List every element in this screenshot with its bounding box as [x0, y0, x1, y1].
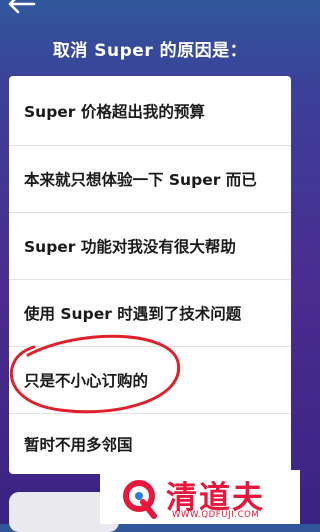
watermark: 清道夫 WWW.QDFUJI.COM: [100, 470, 300, 524]
reason-option-pause-duolingo[interactable]: 暂时不用多邻国: [9, 414, 291, 474]
back-arrow-icon: [8, 0, 36, 14]
watermark-logo: [123, 480, 157, 519]
reason-option-accidental-purchase[interactable]: 只是不小心订购的: [9, 347, 291, 414]
reason-option-not-helpful[interactable]: Super 功能对我没有很大帮助: [9, 213, 291, 280]
reason-list: Super 价格超出我的预算 本来就只想体验一下 Super 而已 Super …: [9, 76, 291, 474]
reason-option-technical-issue[interactable]: 使用 Super 时遇到了技术问题: [9, 280, 291, 347]
reason-option-trial[interactable]: 本来就只想体验一下 Super 而已: [9, 146, 291, 213]
page-title: 取消 Super 的原因是：: [52, 41, 248, 61]
back-button[interactable]: [4, 0, 38, 16]
reason-option-price[interactable]: Super 价格超出我的预算: [9, 76, 291, 146]
watermark-url: WWW.QDFUJI.COM: [172, 510, 260, 520]
